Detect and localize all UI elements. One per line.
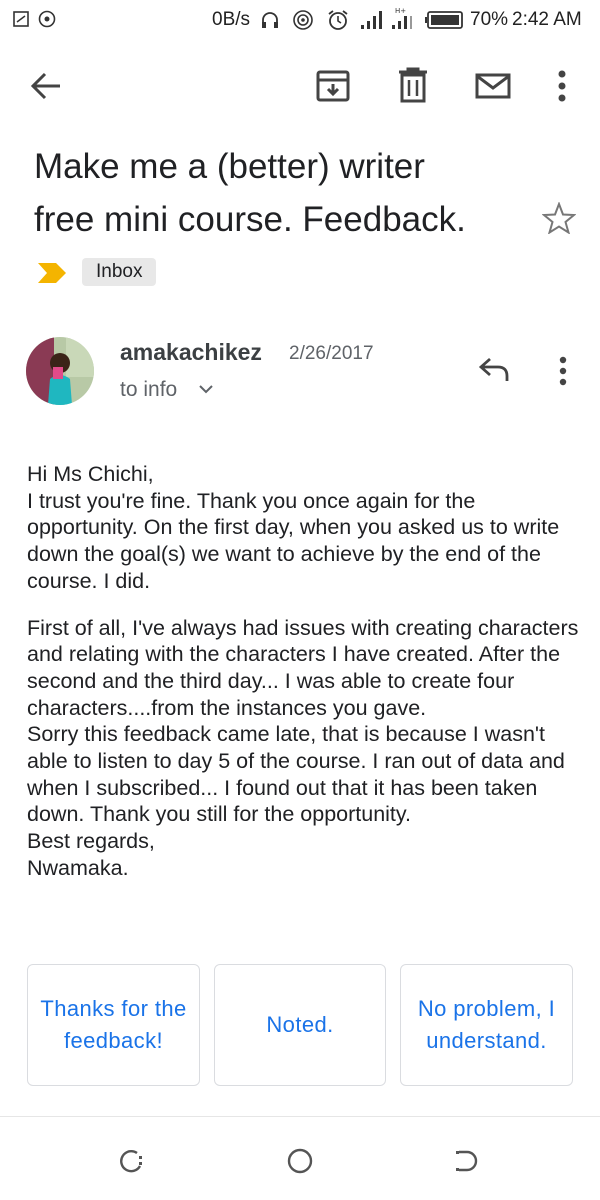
clock: 2:42 AM	[512, 9, 582, 30]
back-nav-icon[interactable]	[453, 1148, 479, 1174]
back-arrow-icon[interactable]	[30, 72, 62, 100]
importance-marker-icon[interactable]	[38, 263, 68, 283]
message-date: 2/26/2017	[289, 343, 374, 364]
email-subject: Make me a (better) writer free mini cour…	[34, 140, 514, 246]
signal-icon-2: H+	[391, 6, 413, 30]
sender-name[interactable]: amakachikez	[120, 339, 262, 366]
nav-divider	[0, 1116, 600, 1117]
body-paragraph-1: Hi Ms Chichi, I trust you're fine. Thank…	[27, 462, 560, 593]
battery-level: 70%	[470, 9, 509, 30]
recipient-line[interactable]: to info	[120, 378, 177, 402]
body-paragraph-2: First of all, I've always had issues wit…	[27, 615, 579, 880]
smart-reply-thanks[interactable]: Thanks for the feedback!	[27, 964, 200, 1086]
mark-unread-icon[interactable]	[475, 73, 511, 99]
screenshot-icon	[13, 11, 29, 27]
hotspot-icon	[292, 9, 314, 31]
subject-line-1: Make me a (better) writer	[34, 147, 425, 186]
email-body: Hi Ms Chichi, I trust you're fine. Thank…	[27, 461, 587, 902]
chevron-down-icon[interactable]	[198, 382, 214, 396]
delete-icon[interactable]	[398, 67, 428, 103]
star-icon[interactable]	[542, 202, 576, 234]
recent-apps-icon[interactable]	[120, 1148, 146, 1174]
headphones-icon	[260, 10, 280, 30]
smart-reply-noted[interactable]: Noted.	[214, 964, 386, 1086]
more-vert-icon[interactable]	[557, 70, 567, 102]
smart-reply-no-problem[interactable]: No problem, I understand.	[400, 964, 573, 1086]
label-chip-inbox[interactable]: Inbox	[82, 258, 157, 286]
sync-icon	[38, 10, 56, 28]
toolbar	[0, 55, 600, 119]
signal-icon	[360, 10, 384, 30]
alarm-icon	[327, 9, 349, 31]
svg-text:H+: H+	[395, 7, 406, 15]
battery-icon	[425, 11, 465, 29]
status-bar: 0B/s H+ 70% 2:42 AM	[0, 0, 600, 40]
message-more-icon[interactable]	[558, 356, 568, 386]
archive-icon[interactable]	[316, 69, 350, 103]
reply-icon[interactable]	[478, 357, 510, 383]
avatar[interactable]	[26, 337, 94, 405]
network-speed: 0B/s	[212, 9, 251, 30]
home-icon[interactable]	[286, 1147, 314, 1175]
subject-line-2: free mini course. Feedback.	[34, 200, 466, 239]
